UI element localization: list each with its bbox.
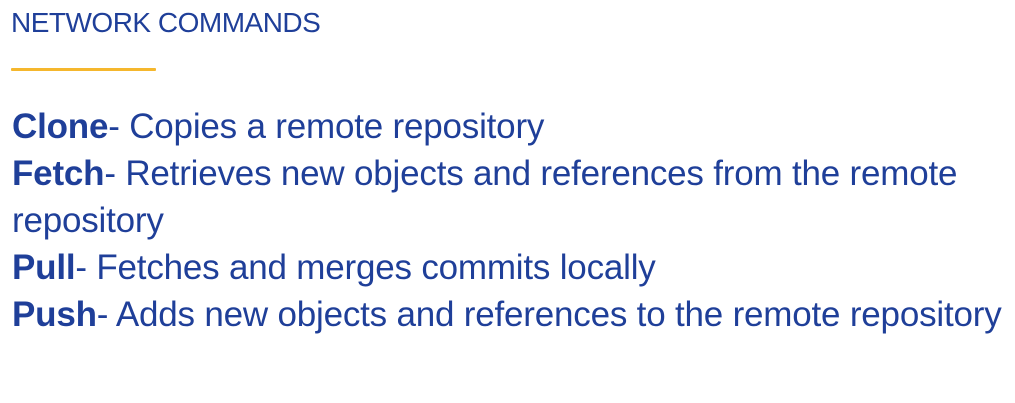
- command-description-clone: - Copies a remote repository: [108, 107, 545, 146]
- command-description-pull: - Fetches and merges commits locally: [75, 248, 656, 287]
- network-commands-slide: NETWORK COMMANDS Clone- Copies a remote …: [0, 0, 1015, 403]
- slide-title: NETWORK COMMANDS: [11, 7, 321, 38]
- command-description-push: - Adds new objects and references to the…: [96, 295, 1002, 334]
- command-item-fetch: Fetch- Retrieves new objects and referen…: [12, 150, 1007, 244]
- command-name-pull: Pull: [12, 248, 76, 287]
- command-item-clone: Clone- Copies a remote repository: [12, 103, 1007, 150]
- command-item-pull: Pull- Fetches and merges commits locally: [12, 244, 1007, 291]
- command-item-push: Push- Adds new objects and references to…: [12, 291, 1007, 338]
- command-name-fetch: Fetch: [12, 154, 105, 193]
- title-accent-underline: [11, 68, 156, 71]
- command-description-fetch: - Retrieves new objects and references f…: [12, 154, 958, 240]
- command-name-push: Push: [12, 295, 97, 334]
- network-commands-list: Clone- Copies a remote repository Fetch-…: [12, 103, 1007, 338]
- command-name-clone: Clone: [12, 107, 109, 146]
